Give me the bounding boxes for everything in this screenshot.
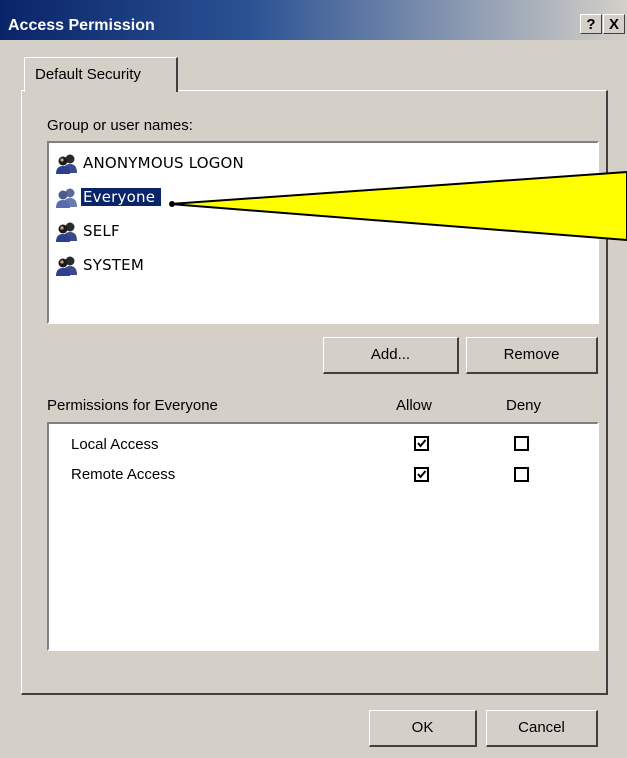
- users-icon: [56, 222, 77, 242]
- users-icon: [56, 256, 77, 276]
- list-item-label: ANONYMOUS LOGON: [83, 154, 244, 172]
- list-item-label: SYSTEM: [83, 256, 144, 274]
- tab-label: Default Security: [35, 66, 141, 83]
- title-bar[interactable]: Access Permission ? X: [0, 0, 627, 40]
- remote-access-deny-checkbox[interactable]: [514, 467, 529, 482]
- permission-name: Local Access: [71, 436, 159, 453]
- tab-default-security[interactable]: Default Security: [24, 57, 178, 92]
- check-icon: [417, 470, 427, 479]
- group-list-label: Group or user names:: [47, 117, 193, 134]
- add-button[interactable]: Add...: [323, 337, 459, 374]
- permissions-list: Local Access Remote Access: [47, 422, 599, 651]
- ok-button[interactable]: OK: [369, 710, 477, 747]
- group-list-label-text: Group or user names:: [47, 117, 193, 134]
- local-access-allow-checkbox[interactable]: [414, 436, 429, 451]
- window-title: Access Permission: [8, 17, 155, 34]
- permission-name: Remote Access: [71, 466, 176, 483]
- list-item-label: Everyone: [81, 188, 162, 206]
- cancel-button-label: Cancel: [518, 719, 565, 736]
- deny-column-header: Deny: [506, 397, 542, 414]
- allow-column-header: Allow: [396, 397, 432, 414]
- ok-button-label: OK: [411, 719, 434, 736]
- remove-button-label: Remove: [503, 346, 560, 363]
- users-icon: [56, 154, 77, 174]
- access-permission-dialog: Access Permission ? X Default Security G…: [0, 0, 627, 758]
- help-button[interactable]: ?: [580, 14, 602, 34]
- cancel-button[interactable]: Cancel: [486, 710, 598, 747]
- close-button[interactable]: X: [603, 14, 625, 34]
- list-item[interactable]: SELF: [49, 218, 597, 246]
- local-access-deny-checkbox[interactable]: [514, 436, 529, 451]
- list-item[interactable]: SYSTEM: [49, 252, 597, 280]
- group-list[interactable]: ANONYMOUS LOGON Everyone SELF SYSTEM: [47, 141, 599, 324]
- permissions-header: Permissions for Everyone: [47, 397, 218, 414]
- list-item[interactable]: Everyone: [49, 184, 597, 212]
- remove-button[interactable]: Remove: [466, 337, 598, 374]
- list-item-label: SELF: [83, 222, 120, 240]
- check-icon: [417, 439, 427, 448]
- remote-access-allow-checkbox[interactable]: [414, 467, 429, 482]
- add-button-label: Add...: [370, 346, 411, 363]
- users-icon: [56, 188, 77, 208]
- list-item[interactable]: ANONYMOUS LOGON: [49, 150, 597, 178]
